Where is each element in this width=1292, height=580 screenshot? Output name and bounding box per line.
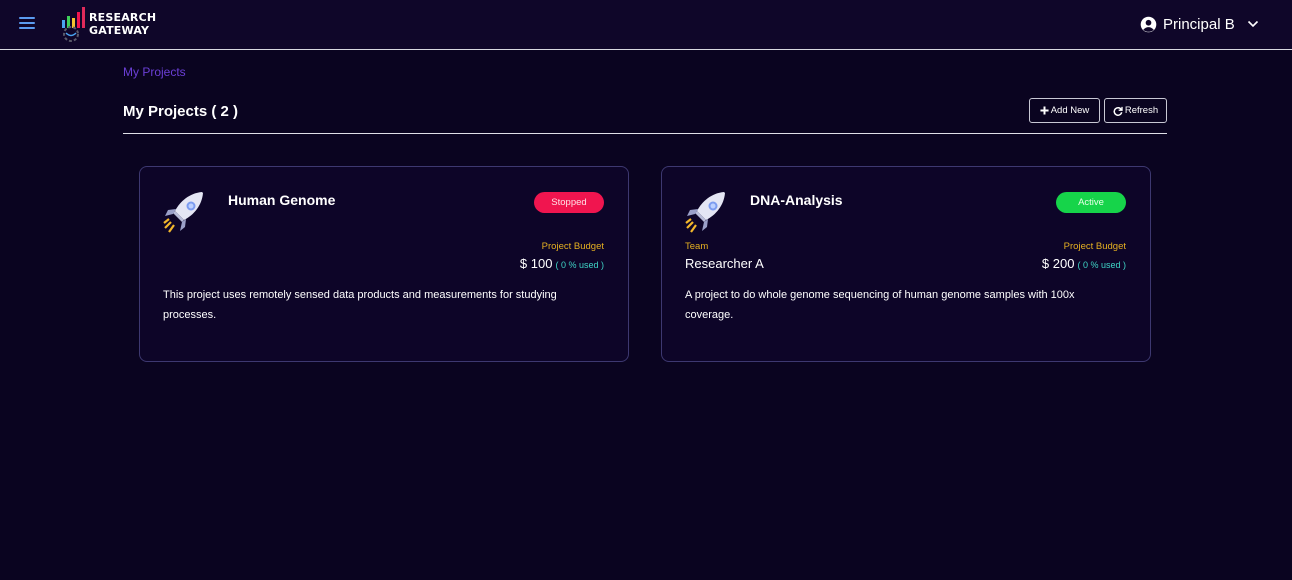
- logo[interactable]: RESEARCH GATEWAY: [60, 6, 160, 44]
- team-value: Researcher A: [685, 256, 764, 271]
- page-title: My Projects ( 2 ): [123, 103, 239, 120]
- hamburger-menu-icon[interactable]: [19, 17, 35, 31]
- budget-used: ( 0 % used ): [555, 260, 604, 270]
- refresh-icon: [1113, 106, 1123, 116]
- user-menu[interactable]: Principal B: [1140, 13, 1259, 35]
- budget-amount: $ 100: [519, 256, 553, 271]
- refresh-button[interactable]: Refresh: [1104, 98, 1167, 123]
- budget-value: $ 100( 0 % used ): [520, 256, 604, 271]
- project-card-human-genome[interactable]: Human Genome Stopped Project Budget $ 10…: [139, 166, 629, 362]
- budget-value: $ 200( 0 % used ): [1042, 256, 1126, 271]
- status-badge: Stopped: [534, 192, 604, 213]
- add-new-button[interactable]: Add New: [1029, 98, 1100, 123]
- account-circle-icon: [1140, 16, 1157, 32]
- budget-label: Project Budget: [541, 241, 604, 252]
- budget-amount: $ 200: [1041, 256, 1075, 271]
- logo-mark-icon: [62, 7, 85, 42]
- plus-icon: [1040, 106, 1049, 115]
- budget-label: Project Budget: [1063, 241, 1126, 252]
- refresh-label: Refresh: [1124, 105, 1159, 116]
- status-badge: Active: [1056, 192, 1126, 213]
- budget-used: ( 0 % used ): [1077, 260, 1126, 270]
- rocket-icon: [163, 192, 203, 233]
- chevron-down-icon: [1247, 20, 1258, 28]
- project-card-dna-analysis[interactable]: DNA-Analysis Active Team Researcher A Pr…: [661, 166, 1151, 362]
- add-new-label: Add New: [1050, 105, 1090, 116]
- rocket-icon: [685, 192, 725, 233]
- user-name: Principal B: [1163, 15, 1235, 33]
- project-description: This project uses remotely sensed data p…: [163, 289, 557, 321]
- top-navbar: RESEARCH GATEWAY Principal B: [0, 0, 1292, 50]
- project-title[interactable]: Human Genome: [228, 192, 335, 208]
- page-header: My Projects ( 2 ) Add New Refresh: [123, 96, 1167, 134]
- project-description: A project to do whole genome sequencing …: [685, 289, 1075, 321]
- breadcrumb[interactable]: My Projects: [123, 65, 186, 79]
- project-title[interactable]: DNA-Analysis: [750, 192, 843, 208]
- team-label: Team: [685, 241, 709, 252]
- logo-text: RESEARCH GATEWAY: [89, 11, 157, 37]
